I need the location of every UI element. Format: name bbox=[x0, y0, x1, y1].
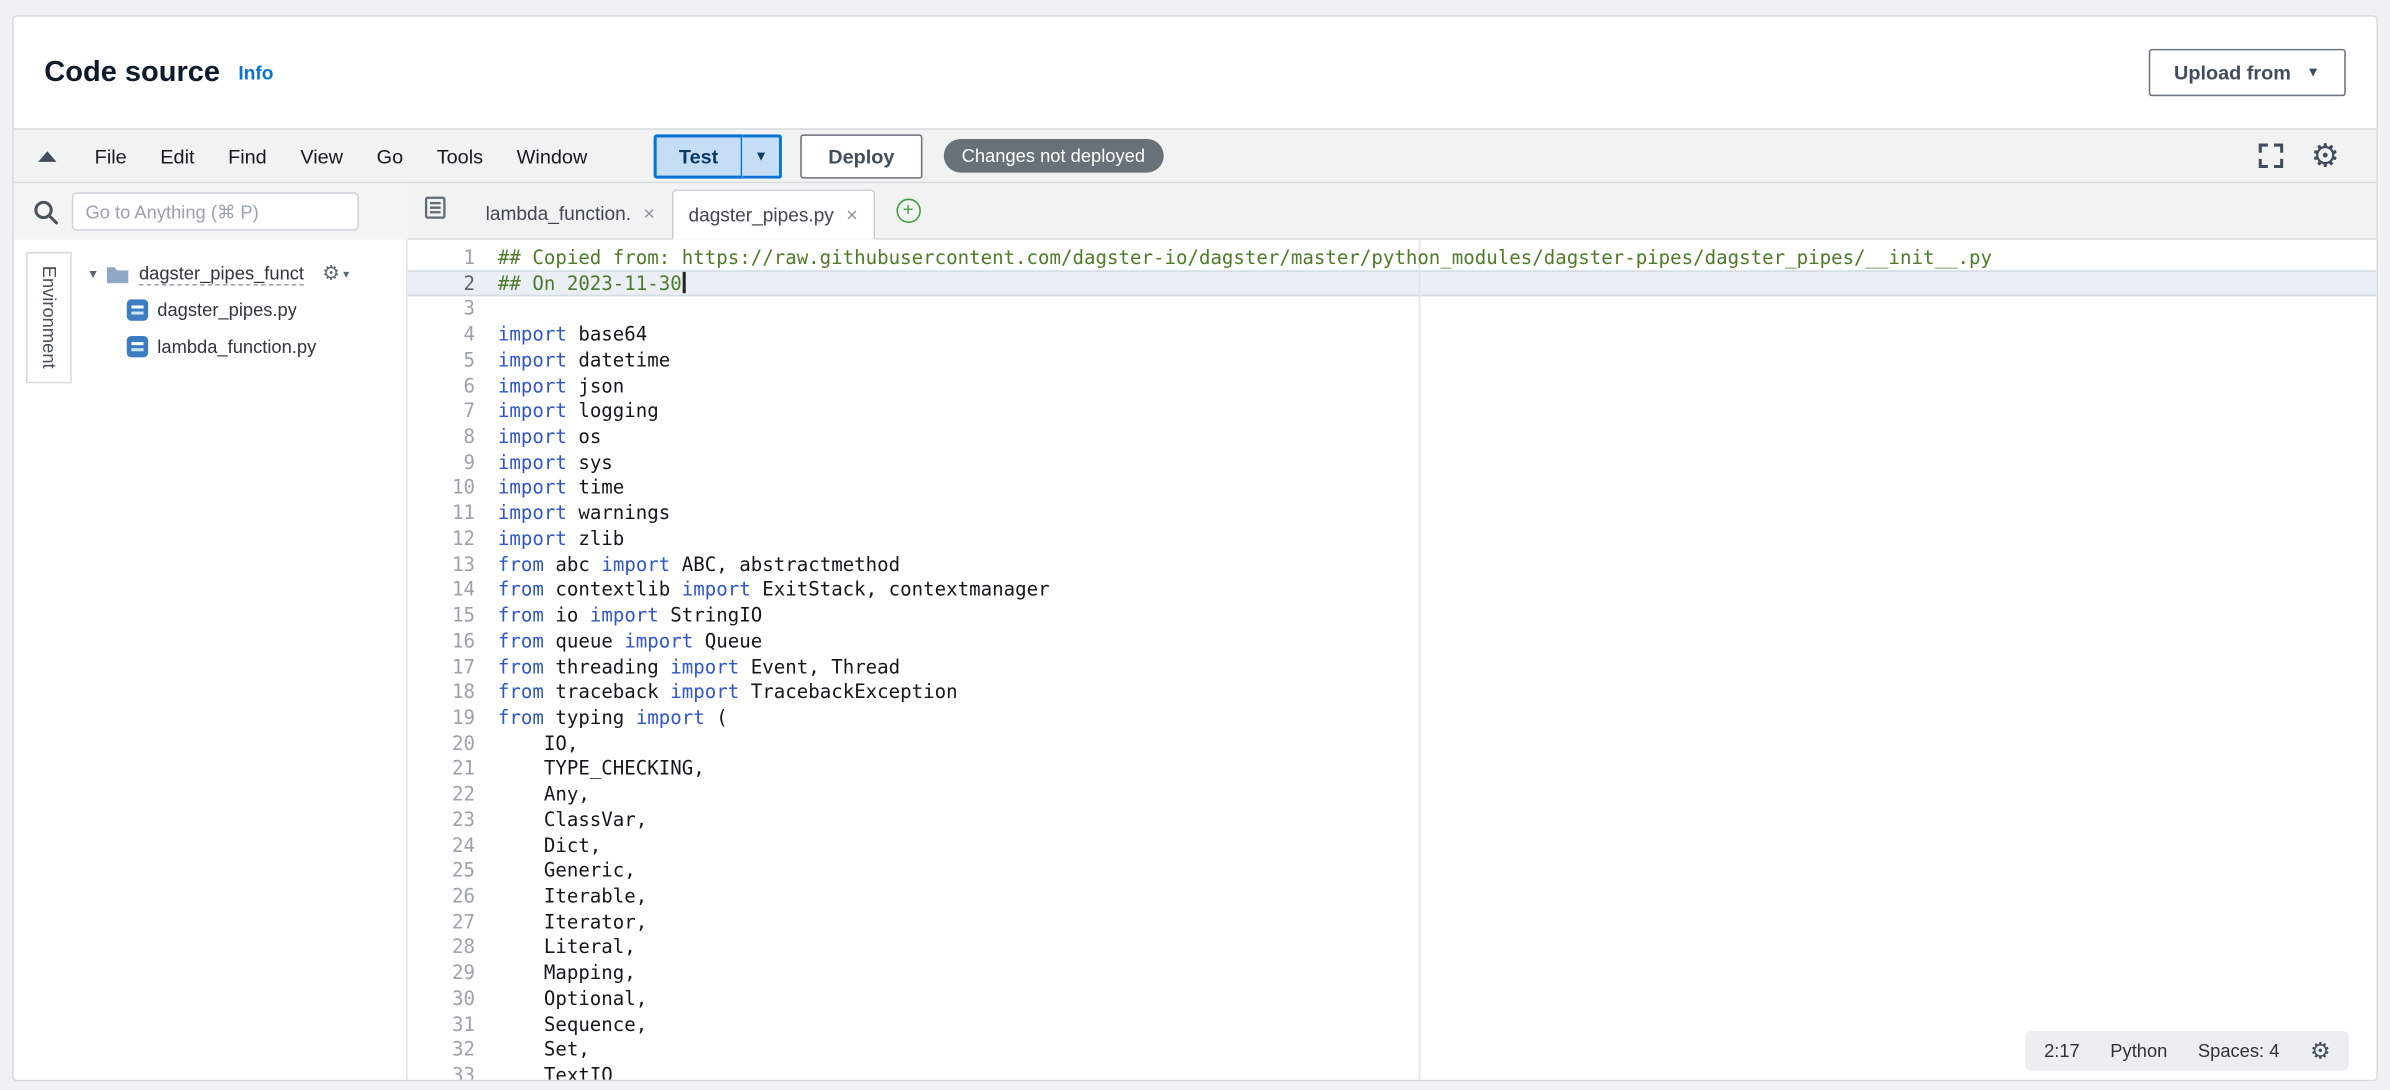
code-line[interactable]: from threading import Event, Thread bbox=[408, 654, 2377, 680]
menu-item-edit[interactable]: Edit bbox=[143, 144, 211, 167]
editor-settings-gear-icon[interactable]: ⚙ bbox=[2310, 1039, 2331, 1062]
tab-lambda-function[interactable]: lambda_function. × bbox=[469, 191, 672, 235]
folder-name: dagster_pipes_funct bbox=[139, 262, 304, 285]
code-line[interactable]: from traceback import TracebackException bbox=[408, 680, 2377, 706]
editor-menubar: FileEditFindViewGoToolsWindow Test ▼ Dep… bbox=[14, 128, 2377, 183]
code-line[interactable]: Literal, bbox=[408, 935, 2377, 961]
tab-bar: lambda_function. × dagster_pipes.py × + bbox=[408, 183, 2377, 240]
code-line[interactable]: from queue import Queue bbox=[408, 629, 2377, 655]
page-title: Code source bbox=[44, 56, 220, 90]
code-line[interactable]: ClassVar, bbox=[408, 808, 2377, 834]
code-line[interactable]: Any, bbox=[408, 782, 2377, 808]
tab-list: lambda_function. × dagster_pipes.py × bbox=[469, 183, 875, 238]
code-line[interactable]: Optional, bbox=[408, 986, 2377, 1012]
folder-settings-button[interactable]: ⚙ ▾ bbox=[322, 263, 349, 283]
close-tab-icon[interactable]: × bbox=[643, 203, 655, 223]
chevron-down-icon: ▾ bbox=[343, 266, 349, 280]
settings-gear-icon[interactable]: ⚙ bbox=[2311, 140, 2340, 172]
code-line[interactable]: import base64 bbox=[408, 322, 2377, 348]
strip-row: lambda_function. × dagster_pipes.py × + bbox=[14, 183, 2377, 240]
deploy-button[interactable]: Deploy bbox=[801, 134, 922, 178]
file-name: dagster_pipes.py bbox=[157, 299, 297, 320]
file-list: dagster_pipes.py lambda_function.py bbox=[87, 295, 406, 362]
code-line[interactable]: import logging bbox=[408, 399, 2377, 425]
code-line[interactable]: Iterator, bbox=[408, 910, 2377, 936]
info-link[interactable]: Info bbox=[238, 62, 273, 83]
collapse-panel-icon[interactable] bbox=[38, 150, 56, 161]
code-lines: ## Copied from: https://raw.githubuserco… bbox=[408, 246, 2377, 1080]
menu-item-go[interactable]: Go bbox=[360, 144, 420, 167]
test-button[interactable]: Test ▼ bbox=[653, 134, 782, 178]
chevron-down-icon: ▼ bbox=[2306, 66, 2320, 80]
code-line[interactable]: TYPE_CHECKING, bbox=[408, 757, 2377, 783]
tree-item-folder[interactable]: ▼ dagster_pipes_funct ⚙ ▾ bbox=[87, 258, 406, 289]
menu-item-window[interactable]: Window bbox=[500, 144, 604, 167]
code-line[interactable]: from contextlib import ExitStack, contex… bbox=[408, 578, 2377, 604]
text-cursor bbox=[683, 271, 686, 292]
code-line[interactable]: import warnings bbox=[408, 501, 2377, 527]
test-button-label[interactable]: Test bbox=[653, 134, 743, 178]
upload-from-button[interactable]: Upload from ▼ bbox=[2148, 49, 2346, 96]
code-editor[interactable]: 1234567891011121314151617181920212223242… bbox=[408, 240, 2377, 1080]
tab-label: lambda_function. bbox=[486, 202, 631, 223]
tab-dagster-pipes-py[interactable]: dagster_pipes.py × bbox=[672, 189, 875, 239]
go-to-anything-input[interactable] bbox=[72, 192, 359, 230]
code-line[interactable]: from typing import ( bbox=[408, 705, 2377, 731]
deploy-status-badge: Changes not deployed bbox=[943, 139, 1163, 173]
code-line[interactable]: IO, bbox=[408, 731, 2377, 757]
code-line[interactable]: import time bbox=[408, 476, 2377, 502]
file-name: lambda_function.py bbox=[157, 336, 316, 357]
code-line[interactable]: import sys bbox=[408, 450, 2377, 476]
menu-item-find[interactable]: Find bbox=[211, 144, 283, 167]
sidebar: Environment ▼ dagster_pipes_funct ⚙ ▾ bbox=[14, 240, 408, 1080]
gear-icon: ⚙ bbox=[322, 263, 340, 283]
code-line[interactable]: import os bbox=[408, 425, 2377, 451]
folder-icon bbox=[105, 263, 129, 283]
sidebar-search-row bbox=[14, 183, 408, 240]
file-tree: ▼ dagster_pipes_funct ⚙ ▾ dagster_pipes.… bbox=[87, 240, 406, 362]
tree-item-lambda-function-py[interactable]: lambda_function.py bbox=[87, 331, 406, 362]
code-source-panel: Code source Info Upload from ▼ FileEditF… bbox=[12, 15, 2378, 1081]
environment-label: Environment bbox=[38, 266, 59, 369]
code-line[interactable]: Mapping, bbox=[408, 961, 2377, 987]
tree-item-dagster-pipes-py[interactable]: dagster_pipes.py bbox=[87, 295, 406, 326]
code-line[interactable]: import json bbox=[408, 374, 2377, 400]
menu-item-tools[interactable]: Tools bbox=[420, 144, 500, 167]
new-tab-icon[interactable]: + bbox=[896, 199, 920, 223]
code-line[interactable] bbox=[408, 297, 2377, 323]
tab-list-icon[interactable] bbox=[423, 195, 447, 227]
python-file-icon bbox=[127, 299, 148, 320]
code-line[interactable]: Iterable, bbox=[408, 884, 2377, 910]
menu-item-view[interactable]: View bbox=[284, 144, 360, 167]
main-content: Environment ▼ dagster_pipes_funct ⚙ ▾ bbox=[14, 240, 2377, 1080]
code-line[interactable]: ## Copied from: https://raw.githubuserco… bbox=[408, 246, 2377, 272]
tab-environment[interactable]: Environment bbox=[26, 252, 72, 383]
test-dropdown-button[interactable]: ▼ bbox=[743, 134, 783, 178]
cursor-position: 2:17 bbox=[2044, 1040, 2080, 1061]
code-line[interactable]: Generic, bbox=[408, 859, 2377, 885]
chevron-expanded-icon[interactable]: ▼ bbox=[87, 266, 105, 280]
menu-item-file[interactable]: File bbox=[78, 144, 144, 167]
search-icon bbox=[32, 198, 59, 225]
menu-items: FileEditFindViewGoToolsWindow bbox=[78, 144, 604, 167]
panel-header: Code source Info Upload from ▼ bbox=[14, 17, 2377, 128]
editor-status-bar: 2:17 Python Spaces: 4 ⚙ bbox=[2026, 1031, 2349, 1071]
page: Code source Info Upload from ▼ FileEditF… bbox=[0, 0, 2390, 1090]
code-line[interactable]: from abc import ABC, abstractmethod bbox=[408, 552, 2377, 578]
indentation-setting[interactable]: Spaces: 4 bbox=[2198, 1040, 2280, 1061]
tab-label: dagster_pipes.py bbox=[688, 204, 833, 225]
code-line[interactable]: Dict, bbox=[408, 833, 2377, 859]
code-line[interactable]: from io import StringIO bbox=[408, 603, 2377, 629]
code-line[interactable]: import zlib bbox=[408, 527, 2377, 553]
menubar-right-icons: ⚙ bbox=[2256, 140, 2352, 172]
upload-from-label: Upload from bbox=[2174, 61, 2291, 84]
close-tab-icon[interactable]: × bbox=[846, 205, 858, 225]
python-file-icon bbox=[127, 336, 148, 357]
fullscreen-icon[interactable] bbox=[2256, 141, 2287, 172]
code-line[interactable]: import datetime bbox=[408, 348, 2377, 374]
code-line[interactable]: ## On 2023-11-30 bbox=[408, 271, 2377, 297]
language-mode[interactable]: Python bbox=[2110, 1040, 2167, 1061]
